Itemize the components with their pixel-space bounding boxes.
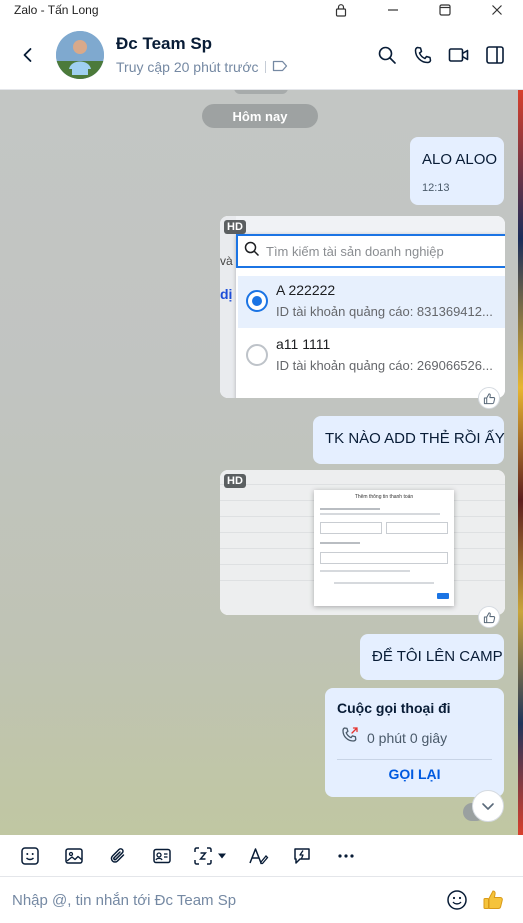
close-icon[interactable] bbox=[471, 0, 523, 20]
call-card[interactable]: Cuộc gọi thoại đi 0 phút 0 giây GỌI LẠI bbox=[325, 688, 504, 797]
hd-badge: HD bbox=[224, 474, 246, 488]
payment-dialog-thumbnail: Thêm thông tin thanh toán bbox=[314, 490, 454, 606]
thumbs-up-reaction-icon[interactable] bbox=[478, 606, 500, 628]
phone-icon[interactable] bbox=[407, 39, 439, 71]
conversation-header: Đc Team Sp Truy cập 20 phút trước bbox=[0, 20, 523, 90]
message-time: 12:13 bbox=[422, 182, 450, 194]
header-actions bbox=[371, 39, 523, 71]
window-titlebar: Zalo - Tấn Long bbox=[0, 0, 523, 20]
hd-badge: HD bbox=[224, 220, 246, 234]
thumbs-up-reaction-icon[interactable] bbox=[478, 387, 500, 409]
message-input[interactable] bbox=[0, 891, 439, 909]
video-call-icon[interactable] bbox=[443, 39, 475, 71]
screenshot-thumbnail: Thêm thông tin thanh toán bbox=[220, 470, 505, 615]
conversation-info: Đc Team Sp Truy cập 20 phút trước bbox=[116, 34, 371, 75]
partial-text: dị bbox=[220, 286, 233, 302]
account-name: A 222222 bbox=[276, 282, 336, 298]
divider bbox=[337, 759, 492, 760]
search-icon bbox=[244, 241, 260, 262]
contact-card-icon[interactable] bbox=[140, 836, 184, 876]
asset-search-box: Tìm kiếm tài sản doanh nghiệp bbox=[236, 234, 505, 268]
account-picker-panel: Tìm kiếm tài sản doanh nghiệp A 222222 I… bbox=[236, 234, 505, 398]
radio-unselected-icon bbox=[246, 344, 268, 366]
minimize-icon[interactable] bbox=[367, 0, 419, 20]
background-edge bbox=[518, 90, 523, 835]
search-placeholder: Tìm kiếm tài sản doanh nghiệp bbox=[266, 243, 444, 259]
thumbs-up-icon[interactable] bbox=[475, 882, 511, 918]
account-name: a11 1111 bbox=[276, 336, 331, 352]
account-option: A 222222 ID tài khoản quảng cáo: 8313694… bbox=[238, 276, 505, 328]
chevron-down-icon bbox=[482, 803, 494, 810]
chevron-down-icon bbox=[218, 853, 226, 858]
image-message[interactable]: và dị Tìm kiếm tài sản doanh nghiệp A 22… bbox=[220, 216, 505, 398]
message-bubble[interactable]: ALO ALOO 12:13 bbox=[410, 137, 504, 205]
message-text: ALO ALOO bbox=[422, 151, 498, 168]
message-bubble[interactable]: ĐỂ TÔI LÊN CAMP bbox=[360, 634, 504, 680]
image-icon[interactable] bbox=[52, 836, 96, 876]
contact-status-row: Truy cập 20 phút trước bbox=[116, 59, 371, 75]
date-divider: Hôm nay bbox=[202, 104, 318, 128]
previous-date-chip bbox=[234, 90, 288, 94]
window-title: Zalo - Tấn Long bbox=[14, 3, 99, 17]
tag-icon[interactable] bbox=[272, 59, 288, 75]
message-bubble[interactable]: TK NÀO ADD THẺ RỒI ẤY bbox=[313, 416, 505, 464]
image-message[interactable]: Thêm thông tin thanh toán HD bbox=[220, 470, 505, 615]
quick-message-icon[interactable] bbox=[280, 836, 324, 876]
partial-text: và bbox=[220, 254, 233, 268]
call-title: Cuộc gọi thoại đi bbox=[337, 700, 451, 716]
format-text-icon[interactable] bbox=[236, 836, 280, 876]
lock-icon[interactable] bbox=[315, 0, 367, 20]
emoji-icon[interactable] bbox=[439, 882, 475, 918]
call-back-button[interactable]: GỌI LẠI bbox=[325, 766, 504, 782]
composer-toolbar bbox=[0, 835, 523, 877]
scroll-to-bottom-button[interactable] bbox=[472, 790, 504, 822]
more-icon[interactable] bbox=[324, 836, 368, 876]
contact-status: Truy cập 20 phút trước bbox=[116, 59, 259, 75]
screenshot-thumbnail: và dị Tìm kiếm tài sản doanh nghiệp A 22… bbox=[220, 216, 505, 398]
maximize-icon[interactable] bbox=[419, 0, 471, 20]
message-list[interactable]: Hôm nay ALO ALOO 12:13 và dị Tìm kiếm tà… bbox=[0, 90, 518, 835]
sticker-icon[interactable] bbox=[8, 836, 52, 876]
dialog-title: Thêm thông tin thanh toán bbox=[354, 494, 414, 500]
avatar[interactable] bbox=[56, 30, 104, 79]
back-icon[interactable] bbox=[0, 20, 56, 90]
message-text: ĐỂ TÔI LÊN CAMP bbox=[372, 648, 503, 665]
account-id: ID tài khoản quảng cáo: 269066526... bbox=[276, 358, 493, 373]
account-option: a11 1111 ID tài khoản quảng cáo: 2690665… bbox=[238, 330, 505, 382]
radio-selected-icon bbox=[246, 290, 268, 312]
message-text: TK NÀO ADD THẺ RỒI ẤY bbox=[325, 430, 505, 447]
screenshot-icon[interactable] bbox=[184, 836, 236, 876]
outgoing-call-icon bbox=[341, 726, 359, 749]
message-composer bbox=[0, 877, 523, 923]
sidebar-toggle-icon[interactable] bbox=[479, 39, 511, 71]
contact-name[interactable]: Đc Team Sp bbox=[116, 34, 371, 54]
call-duration: 0 phút 0 giây bbox=[367, 730, 448, 746]
attach-icon[interactable] bbox=[96, 836, 140, 876]
search-icon[interactable] bbox=[371, 39, 403, 71]
account-id: ID tài khoản quảng cáo: 831369412... bbox=[276, 304, 493, 319]
divider bbox=[264, 61, 266, 73]
